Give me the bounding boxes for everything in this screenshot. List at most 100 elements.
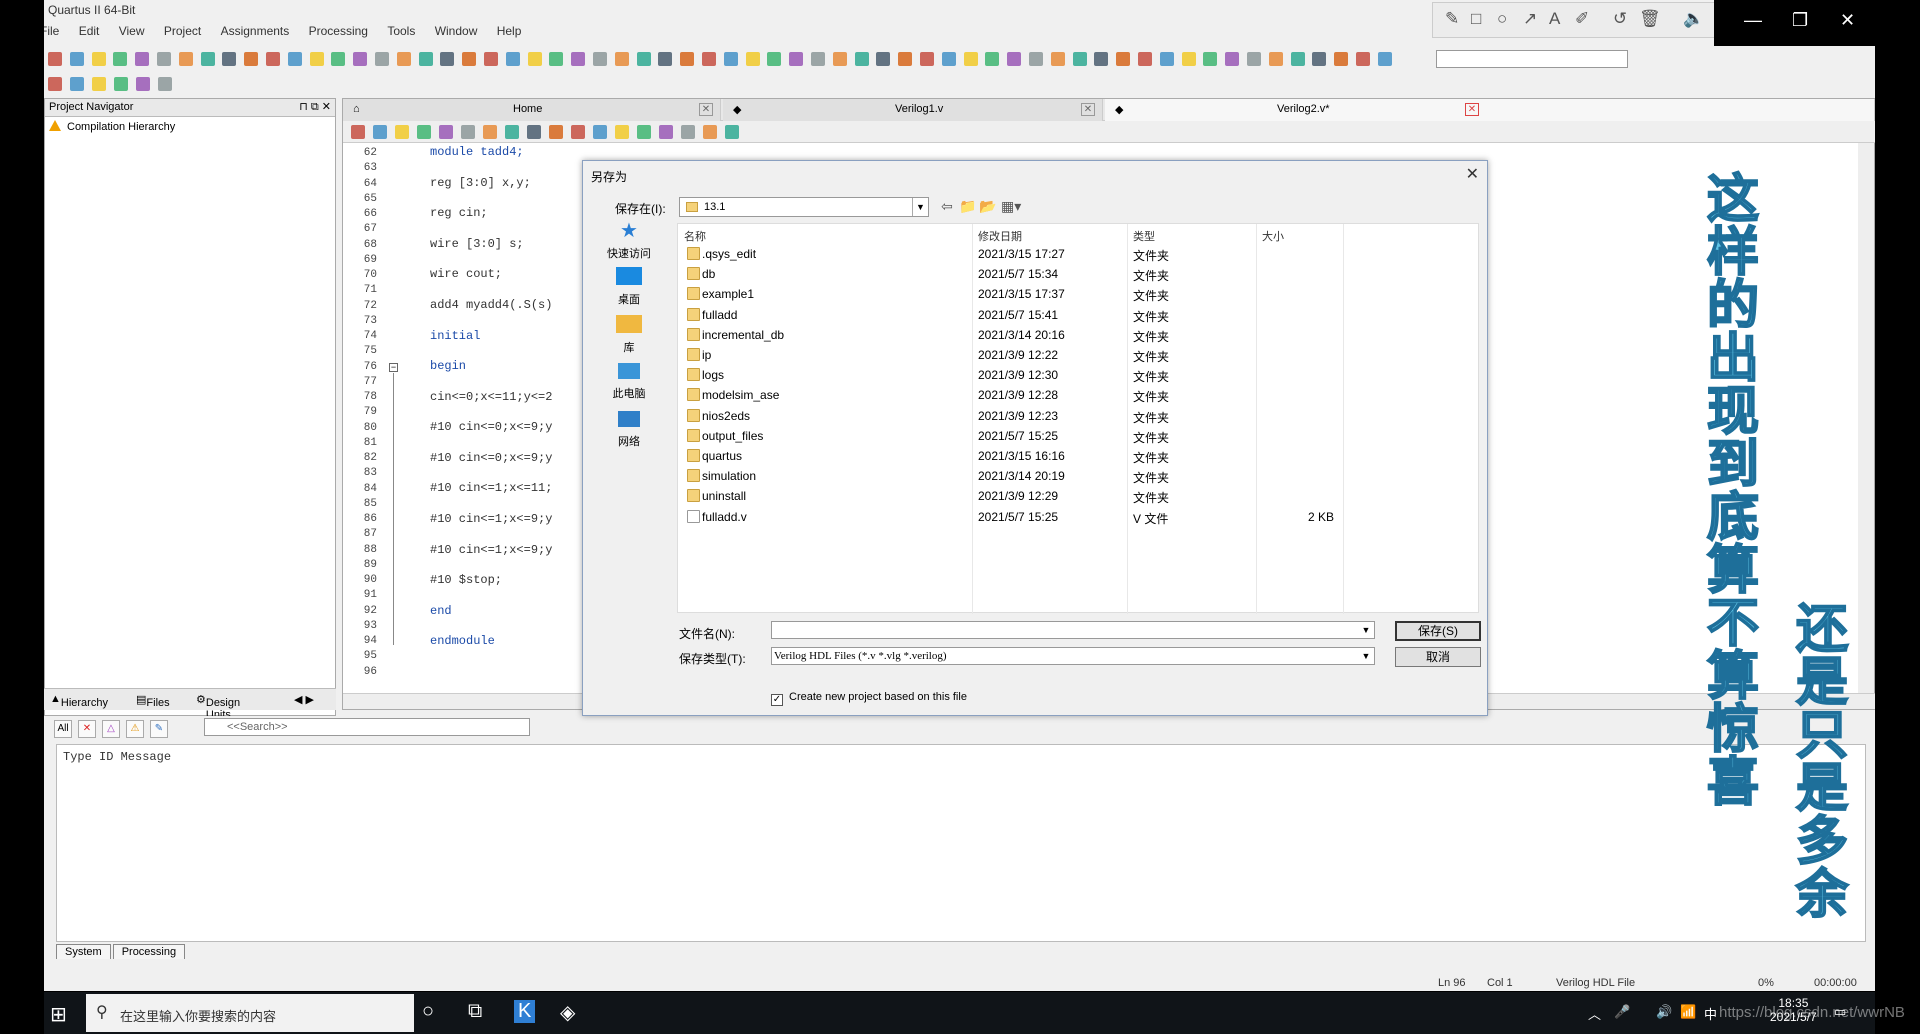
editor-tool-icon[interactable]: [483, 125, 497, 139]
toolbar-tool-icon[interactable]: [702, 52, 716, 66]
editor-tool-icon[interactable]: [637, 125, 651, 139]
toolbar-tool-icon[interactable]: [876, 52, 891, 66]
toolbar-tool-icon[interactable]: [963, 52, 978, 66]
toolbar-tool-icon[interactable]: [353, 52, 368, 66]
tab-processing[interactable]: Processing: [112, 944, 186, 959]
toolbar-tool-icon[interactable]: [723, 52, 738, 66]
file-row[interactable]: output_files 2021/5/7 15:25 文件夹: [678, 426, 1480, 446]
file-row[interactable]: nios2eds 2021/3/9 12:23 文件夹: [678, 406, 1480, 426]
column-modified[interactable]: 修改日期: [978, 228, 1022, 244]
task-view-icon[interactable]: ⧉: [468, 1000, 482, 1023]
toolbar-tool-icon[interactable]: [1225, 52, 1240, 66]
toolbar-tool-icon[interactable]: [1116, 52, 1131, 66]
toolbar-tool-icon[interactable]: [680, 52, 695, 66]
toolbar-tool-icon[interactable]: [636, 52, 651, 66]
toolbar-tool-icon[interactable]: [1159, 52, 1174, 66]
trash-icon[interactable]: 🗑: [1639, 9, 1661, 29]
toolbar-tool-icon[interactable]: [1290, 52, 1305, 66]
editor-tool-icon[interactable]: [373, 125, 387, 139]
toolbar-tool-icon[interactable]: [745, 52, 760, 66]
file-row[interactable]: ip 2021/3/9 12:22 文件夹: [678, 345, 1480, 365]
place-network[interactable]: 网络: [597, 411, 661, 449]
app-icon-k[interactable]: K: [514, 1000, 536, 1023]
save-button[interactable]: 保存(S): [1395, 621, 1481, 641]
toolbar-tool-icon[interactable]: [440, 52, 455, 66]
pencil-icon[interactable]: ✎: [1445, 9, 1459, 29]
toolbar-tool-icon[interactable]: [898, 52, 913, 66]
restore-icon[interactable]: ❐: [1792, 10, 1808, 31]
arrow-icon[interactable]: ↗: [1523, 9, 1537, 29]
taskbar-search-box[interactable]: ⚲ 在这里输入你要搜索的内容: [86, 994, 414, 1032]
menu-project[interactable]: Project: [164, 20, 201, 38]
editor-tool-icon[interactable]: [417, 125, 431, 139]
editor-tool-icon[interactable]: [505, 125, 519, 139]
close-icon[interactable]: ✕: [699, 103, 713, 116]
toolbar-tool-icon[interactable]: [811, 52, 825, 66]
column-name[interactable]: 名称: [684, 228, 706, 244]
column-size[interactable]: 大小: [1262, 228, 1284, 244]
file-row[interactable]: example1 2021/3/15 17:37 文件夹: [678, 284, 1480, 304]
toolbar-tool-icon[interactable]: [614, 52, 629, 66]
toolbar-tool-icon[interactable]: [69, 52, 84, 66]
toolbar-tool-icon[interactable]: [1138, 52, 1152, 66]
toolbar-tool-icon[interactable]: [985, 52, 1000, 66]
toolbar-tool-icon[interactable]: [484, 52, 498, 66]
toolbar-tool-icon[interactable]: [1050, 52, 1065, 66]
file-row[interactable]: fulladd 2021/5/7 15:41 文件夹: [678, 305, 1480, 325]
menu-file[interactable]: File: [44, 20, 59, 38]
close-icon[interactable]: ✕: [1466, 164, 1479, 184]
editor-tool-icon[interactable]: [461, 125, 475, 139]
toolbar-tool-icon[interactable]: [1312, 52, 1327, 66]
toolbar-tool-icon[interactable]: [505, 52, 520, 66]
quartus-app-icon[interactable]: ◈: [560, 1000, 575, 1025]
toolbar-tool-icon[interactable]: [1377, 52, 1392, 66]
close-icon[interactable]: ✕: [1465, 103, 1479, 116]
menu-tools[interactable]: Tools: [387, 20, 415, 38]
menu-view[interactable]: View: [119, 20, 145, 38]
toolbar-tool-icon[interactable]: [91, 52, 106, 66]
tab-design-units[interactable]: ⚙ Design Units: [196, 693, 240, 721]
toolbar-tool-icon[interactable]: [1094, 52, 1109, 66]
critical-warning-icon[interactable]: △: [102, 720, 120, 738]
toolbar-tool-icon[interactable]: [1181, 52, 1196, 66]
cortana-icon[interactable]: ○: [422, 1000, 434, 1023]
view-menu-icon[interactable]: ▦▾: [1001, 198, 1021, 215]
toolbar-tool-icon[interactable]: [135, 52, 150, 66]
toolbar-tool-icon[interactable]: [70, 77, 84, 91]
toolbar-tool-icon[interactable]: [1247, 52, 1261, 66]
circle-icon[interactable]: ○: [1497, 9, 1507, 29]
windows-start-icon[interactable]: ⊞: [50, 1002, 67, 1027]
file-list[interactable]: 名称 修改日期 类型 大小 .qsys_edit 2021/3/15 17:27 文…: [677, 223, 1480, 614]
menu-assignments[interactable]: Assignments: [221, 20, 290, 38]
toolbar-tool-icon[interactable]: [114, 77, 128, 91]
suppressed-filter-icon[interactable]: ✎: [150, 720, 168, 738]
file-row[interactable]: .qsys_edit 2021/3/15 17:27 文件夹: [678, 244, 1480, 264]
toolbar-tool-icon[interactable]: [92, 77, 106, 91]
compilation-hierarchy-item[interactable]: Compilation Hierarchy: [45, 117, 335, 136]
toolbar-tool-icon[interactable]: [658, 52, 673, 66]
menu-help[interactable]: Help: [497, 20, 522, 38]
create-project-checkbox[interactable]: ✓ Create new project based on this file: [771, 691, 967, 706]
file-row[interactable]: modelsim_ase 2021/3/9 12:28 文件夹: [678, 385, 1480, 405]
toolbar-tool-icon[interactable]: [222, 52, 237, 66]
tab-verilog1[interactable]: ◆ Verilog1.v ✕: [723, 99, 1103, 121]
chevron-down-icon[interactable]: ▼: [1358, 648, 1374, 664]
cancel-button[interactable]: 取消: [1395, 647, 1481, 667]
menu-edit[interactable]: Edit: [79, 20, 100, 38]
place-library[interactable]: 库: [597, 315, 661, 355]
network-tray-icon[interactable]: 📶: [1680, 1004, 1696, 1020]
toolbar-tool-icon[interactable]: [1268, 52, 1283, 66]
place-quick-access[interactable]: ★ 快速访问: [597, 221, 661, 261]
file-row[interactable]: incremental_db 2021/3/14 20:16 文件夹: [678, 325, 1480, 345]
tab-home[interactable]: ⌂ Home ✕: [343, 99, 721, 121]
toolbar-tool-icon[interactable]: [1029, 52, 1043, 66]
undo-icon[interactable]: ↺: [1613, 9, 1627, 29]
editor-tool-icon[interactable]: [549, 125, 563, 139]
marker-icon[interactable]: ✐: [1575, 9, 1589, 29]
ime-indicator[interactable]: 中: [1704, 1004, 1717, 1023]
toolbar-tool-icon[interactable]: [178, 52, 193, 66]
tab-hierarchy[interactable]: ▲ Hierarchy: [50, 693, 108, 709]
text-icon[interactable]: A: [1549, 9, 1560, 29]
toolbar-tool-icon[interactable]: [48, 77, 62, 91]
toolbar-tool-icon[interactable]: [1007, 52, 1022, 66]
